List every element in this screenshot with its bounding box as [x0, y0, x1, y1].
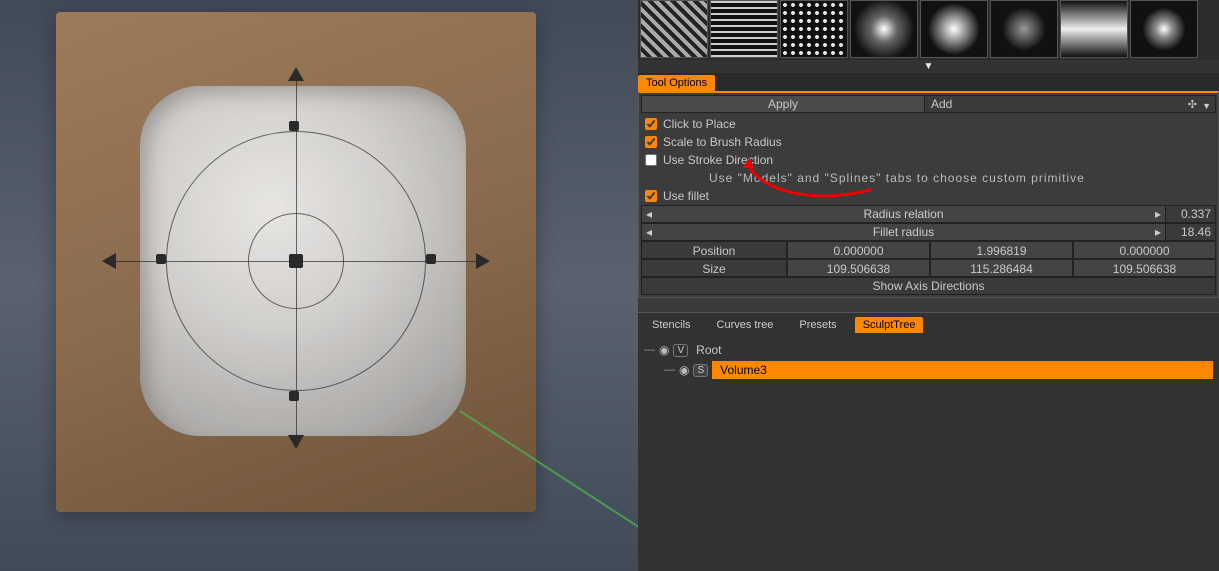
eye-icon[interactable]: ◉ [659, 343, 669, 357]
slider-value[interactable]: 0.337 [1165, 206, 1215, 222]
tree-item-label: Root [692, 343, 721, 357]
chevron-down-icon: ▼ [1202, 98, 1211, 114]
slider-label-text: Fillet radius [873, 225, 934, 239]
brush-thumb[interactable] [1130, 0, 1198, 58]
brush-palette[interactable] [638, 0, 1219, 60]
size-y-input[interactable]: 115.286484 [930, 259, 1073, 277]
slider-label-text: Radius relation [863, 207, 943, 221]
tab-presets[interactable]: Presets [791, 317, 844, 333]
checkbox-input[interactable] [645, 190, 657, 202]
size-x-input[interactable]: 109.506638 [787, 259, 930, 277]
hint-text: Use "Models" and "Splines" tabs to choos… [639, 169, 1218, 187]
click-to-place-checkbox[interactable]: Click to Place [639, 115, 1218, 133]
show-axis-button[interactable]: Show Axis Directions [641, 277, 1216, 295]
type-badge-v: V [673, 344, 688, 357]
vector-label: Position [641, 241, 787, 259]
slider-value[interactable]: 18.46 [1165, 224, 1215, 240]
fillet-radius-slider[interactable]: ◂Fillet radius▸ 18.46 [641, 223, 1216, 241]
tree-root-row[interactable]: — ◉ V Root [638, 341, 1219, 359]
gear-icon[interactable]: ✣ [1188, 97, 1197, 113]
brush-expand-toggle[interactable] [638, 60, 1219, 73]
brush-thumb[interactable] [640, 0, 708, 58]
tab-stencils[interactable]: Stencils [644, 317, 699, 333]
tree-volume-row[interactable]: — ◉ S Volume3 [638, 359, 1219, 381]
apply-button[interactable]: Apply [642, 96, 925, 112]
checkbox-input[interactable] [645, 154, 657, 166]
collapse-icon[interactable]: — [644, 344, 655, 356]
type-badge-s: S [693, 364, 708, 377]
mode-dropdown[interactable]: Add ✣ ▼ [925, 96, 1215, 112]
use-fillet-checkbox[interactable]: Use fillet [639, 187, 1218, 205]
brush-thumb[interactable] [990, 0, 1058, 58]
checkbox-label: Click to Place [663, 117, 736, 131]
radius-relation-slider[interactable]: ◂Radius relation▸ 0.337 [641, 205, 1216, 223]
eye-icon[interactable]: ◉ [679, 363, 689, 377]
position-y-input[interactable]: 1.996819 [930, 241, 1073, 259]
tab-curves-tree[interactable]: Curves tree [709, 317, 782, 333]
position-x-input[interactable]: 0.000000 [787, 241, 930, 259]
collapse-icon[interactable]: — [664, 364, 675, 376]
brush-thumb[interactable] [780, 0, 848, 58]
position-row: Position 0.000000 1.996819 0.000000 [641, 241, 1216, 259]
size-z-input[interactable]: 109.506638 [1073, 259, 1216, 277]
sculpt-tree: — ◉ V Root — ◉ S Volume3 [638, 337, 1219, 571]
primitive-rounded-cube [140, 86, 466, 436]
brush-thumb[interactable] [1060, 0, 1128, 58]
checkbox-label: Use Stroke Direction [663, 153, 773, 167]
3d-viewport[interactable] [0, 0, 638, 571]
vector-label: Size [641, 259, 787, 277]
tree-tab-strip: Stencils Curves tree Presets SculptTree [638, 312, 1219, 337]
checkbox-input[interactable] [645, 136, 657, 148]
checkbox-label: Scale to Brush Radius [663, 135, 782, 149]
use-stroke-direction-checkbox[interactable]: Use Stroke Direction [639, 151, 1218, 169]
scale-to-brush-checkbox[interactable]: Scale to Brush Radius [639, 133, 1218, 151]
checkbox-input[interactable] [645, 118, 657, 130]
checkbox-label: Use fillet [663, 189, 709, 203]
brush-thumb[interactable] [920, 0, 988, 58]
tool-options-panel: Apply Add ✣ ▼ Click to Place Scale to Br… [638, 91, 1219, 298]
tree-item-label-selected[interactable]: Volume3 [712, 361, 1213, 379]
size-row: Size 109.506638 115.286484 109.506638 [641, 259, 1216, 277]
position-z-input[interactable]: 0.000000 [1073, 241, 1216, 259]
brush-thumb[interactable] [710, 0, 778, 58]
tab-sculpt-tree[interactable]: SculptTree [855, 317, 924, 333]
right-panel: Tool Options Apply Add ✣ ▼ Click to Plac… [638, 0, 1219, 571]
mode-dropdown-value: Add [931, 97, 952, 111]
tab-tool-options[interactable]: Tool Options [638, 75, 715, 91]
brush-thumb[interactable] [850, 0, 918, 58]
